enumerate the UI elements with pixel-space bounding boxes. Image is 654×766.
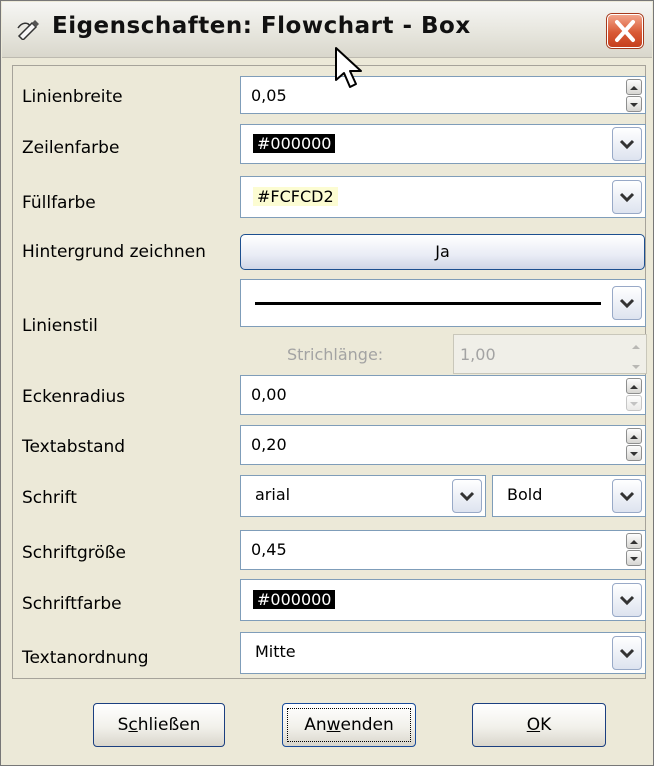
- arrow-down-icon: [630, 557, 638, 561]
- eckenradius-value: 0,00: [251, 385, 287, 404]
- schriftfarbe-label: Schriftfarbe: [22, 594, 122, 614]
- arrow-down-icon: [630, 452, 638, 456]
- apply-button-mnemonic: w: [326, 715, 341, 735]
- pencil-properties-icon: [17, 20, 39, 40]
- arrow-up-icon: [630, 435, 638, 439]
- arrow-up-icon: [632, 345, 640, 349]
- arrow-up-icon: [630, 86, 638, 90]
- close-button-mnemonic: c: [128, 715, 138, 735]
- chevron-down-icon: [619, 139, 635, 150]
- textabstand-input[interactable]: 0,20: [240, 425, 646, 465]
- ok-button[interactable]: OK: [472, 703, 606, 747]
- strichlaenge-value: 1,00: [460, 345, 496, 364]
- linienbreite-label: Linienbreite: [22, 87, 123, 107]
- textabstand-value: 0,20: [251, 435, 287, 454]
- schriftfarbe-select[interactable]: #000000: [240, 579, 646, 621]
- schrift-label: Schrift: [22, 488, 77, 508]
- font-style-value: Bold: [507, 485, 543, 504]
- apply-button-label-start: An: [304, 715, 327, 735]
- linienbreite-value: 0,05: [251, 86, 287, 105]
- linienbreite-spinner[interactable]: [626, 79, 642, 113]
- schriftgroesse-value: 0,45: [251, 540, 287, 559]
- title-bar[interactable]: Eigenschaften: Flowchart - Box: [2, 2, 652, 58]
- chevron-down-icon: [619, 491, 635, 502]
- linienbreite-input[interactable]: 0,05: [240, 76, 646, 114]
- zeilenfarbe-select[interactable]: #000000: [240, 124, 646, 164]
- hintergrund-toggle-button[interactable]: Ja: [240, 234, 645, 270]
- chevron-down-icon: [619, 648, 635, 659]
- strichlaenge-label: Strichlänge:: [287, 345, 384, 364]
- eckenradius-spinner[interactable]: [626, 378, 642, 412]
- close-button[interactable]: Schließen: [93, 703, 225, 747]
- linienstil-dropdown-button[interactable]: [612, 286, 642, 320]
- fuellfarbe-label: Füllfarbe: [22, 193, 96, 213]
- arrow-up-icon: [630, 385, 638, 389]
- textanordnung-dropdown-button[interactable]: [612, 636, 642, 670]
- zeilenfarbe-dropdown-button[interactable]: [612, 127, 642, 161]
- textanordnung-label: Textanordnung: [22, 648, 149, 668]
- spin-up-button[interactable]: [626, 533, 642, 549]
- mouse-pointer-icon: [335, 47, 362, 88]
- properties-form: Linienbreite 0,05 Zeilenfarbe #000000 Fü…: [12, 65, 647, 679]
- close-button-label-start: S: [117, 715, 129, 735]
- font-family-value: arial: [255, 485, 291, 504]
- schriftgroesse-label: Schriftgröße: [22, 543, 126, 563]
- apply-button-label-end: enden: [340, 715, 394, 735]
- linienstil-select[interactable]: [240, 279, 646, 327]
- spin-up-button[interactable]: [626, 428, 642, 444]
- zeilenfarbe-label: Zeilenfarbe: [22, 138, 120, 158]
- font-style-select[interactable]: Bold: [492, 475, 646, 517]
- arrow-down-icon: [630, 103, 638, 107]
- fuellfarbe-value: #FCFCD2: [253, 187, 338, 206]
- textabstand-spinner[interactable]: [626, 428, 642, 462]
- schriftgroesse-spinner[interactable]: [626, 533, 642, 567]
- zeilenfarbe-value: #000000: [253, 134, 336, 153]
- textabstand-label: Textabstand: [22, 437, 126, 457]
- font-family-dropdown-button[interactable]: [452, 479, 482, 513]
- arrow-up-icon: [630, 540, 638, 544]
- apply-button[interactable]: Anwenden: [282, 703, 416, 747]
- close-x-icon: [615, 20, 635, 42]
- schriftgroesse-input[interactable]: 0,45: [240, 530, 646, 570]
- linienstil-label: Linienstil: [22, 316, 98, 336]
- strichlaenge-spinner: [629, 339, 643, 371]
- schriftfarbe-dropdown-button[interactable]: [612, 583, 642, 617]
- arrow-down-icon: [630, 402, 638, 406]
- ok-button-mnemonic: O: [526, 715, 541, 735]
- eckenradius-label: Eckenradius: [22, 387, 126, 407]
- spin-up-button[interactable]: [626, 378, 642, 394]
- close-button-label-end: hließen: [137, 715, 201, 735]
- schriftfarbe-value: #000000: [253, 590, 336, 609]
- strichlaenge-input: 1,00: [453, 334, 647, 374]
- font-family-select[interactable]: arial: [240, 475, 486, 517]
- spin-down-button[interactable]: [626, 550, 642, 566]
- arrow-down-icon: [632, 365, 640, 369]
- spin-down-button[interactable]: [626, 395, 642, 411]
- hintergrund-label: Hintergrund zeichnen: [22, 242, 206, 262]
- textanordnung-value: Mitte: [255, 642, 296, 661]
- close-window-button[interactable]: [607, 14, 643, 48]
- spin-down-button[interactable]: [626, 445, 642, 461]
- properties-dialog: Eigenschaften: Flowchart - Box Linienbre…: [0, 0, 654, 766]
- eckenradius-input[interactable]: 0,00: [240, 375, 646, 415]
- chevron-down-icon: [619, 192, 635, 203]
- ok-button-label-end: K: [540, 715, 552, 735]
- window-title: Eigenschaften: Flowchart - Box: [52, 13, 471, 39]
- fuellfarbe-dropdown-button[interactable]: [612, 180, 642, 214]
- spin-down-button[interactable]: [626, 96, 642, 112]
- font-style-dropdown-button[interactable]: [612, 479, 642, 513]
- spin-up-button[interactable]: [626, 79, 642, 95]
- chevron-down-icon: [459, 491, 475, 502]
- chevron-down-icon: [619, 298, 635, 309]
- textanordnung-select[interactable]: Mitte: [240, 632, 646, 674]
- chevron-down-icon: [619, 595, 635, 606]
- fuellfarbe-select[interactable]: #FCFCD2: [240, 176, 646, 218]
- solid-line-preview: [255, 302, 601, 305]
